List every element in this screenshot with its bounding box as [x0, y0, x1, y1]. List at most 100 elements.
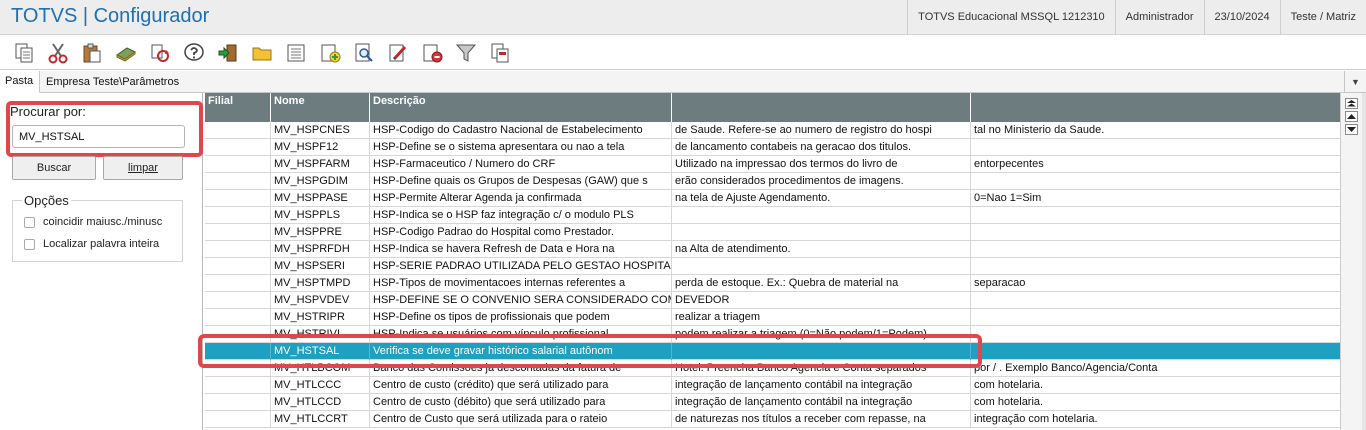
money-icon	[116, 46, 136, 62]
table-row[interactable]: MV_HSPCNES HSP-Codigo do Cadastro Naciona…	[205, 122, 1340, 139]
whole-word-checkbox[interactable]	[24, 238, 35, 250]
table-row[interactable]: MV_HSPF12 HSP-Define se o sistema apresen…	[205, 139, 1340, 156]
chevron-down-icon	[1347, 127, 1356, 132]
table-row[interactable]: MV_HTLCCC Centro de custo (crédito) que s…	[205, 377, 1340, 394]
cell-desc3	[971, 309, 1340, 326]
match-case-checkbox[interactable]	[24, 216, 35, 228]
search-input[interactable]	[12, 125, 185, 148]
search-button[interactable]: Buscar	[12, 156, 96, 180]
double-chevron-up-icon	[1347, 100, 1356, 107]
table-row[interactable]: MV_HSPSERI HSP-SERIE PADRAO UTILIZADA PEL…	[205, 258, 1340, 275]
cell-filial	[205, 173, 271, 190]
table-row[interactable]: MV_HSPFARM HSP-Farmaceutico / Numero do C…	[205, 156, 1340, 173]
whole-word-option[interactable]: Localizar palavra inteira	[24, 237, 159, 251]
cell-filial	[205, 411, 271, 428]
cell-desc2	[672, 224, 971, 241]
vertical-scrollbar[interactable]	[1340, 93, 1362, 430]
delete-button[interactable]	[418, 39, 446, 67]
view-button[interactable]	[350, 39, 378, 67]
column-header-filial[interactable]: Filial	[205, 93, 271, 122]
add-button[interactable]	[316, 39, 344, 67]
scroll-top-button[interactable]	[1345, 98, 1358, 109]
cell-desc3: separacao	[974, 277, 1026, 289]
print-button[interactable]	[486, 39, 514, 67]
table-row[interactable]: MV_HSPRFDH HSP-Indica se havera Refresh d…	[205, 241, 1340, 258]
cell-descricao: HSP-Define os tipos de profissionais que…	[370, 309, 672, 326]
tab-dropdown-button[interactable]: ▼	[1344, 71, 1366, 93]
cell-desc3	[971, 326, 1340, 343]
table-row[interactable]: MV_HTLCCRT Centro de Custo que será utili…	[205, 411, 1340, 428]
cell-descricao: HSP-Indica se havera Refresh de Data e H…	[370, 241, 672, 258]
cell-desc2: Utilizado na impressao dos termos do liv…	[672, 156, 971, 173]
table-row[interactable]: MV_HSPGDIM HSP-Define quais os Grupos de …	[205, 173, 1340, 190]
toolbar	[0, 36, 1366, 70]
table-row[interactable]: MV_HTLCCD Centro de custo (débito) que se…	[205, 394, 1340, 411]
cell-nome: MV_HTLCCD	[271, 394, 370, 411]
table-row[interactable]: MV_HSPVDEV HSP-DEFINE SE O CONVENIO SERA …	[205, 292, 1340, 309]
column-header-nome[interactable]: Nome	[271, 93, 370, 122]
clear-button[interactable]: limpar	[103, 156, 183, 180]
table-row[interactable]: MV_HSPTMPD HSP-Tipos de movimentacoes int…	[205, 275, 1340, 292]
cell-filial	[205, 377, 271, 394]
cell-desc3	[971, 241, 1340, 258]
cell-desc2: de Saude. Refere-se ao numero de registr…	[672, 122, 971, 139]
refresh-button[interactable]	[146, 39, 174, 67]
help-button[interactable]	[180, 39, 208, 67]
table-row[interactable]: MV_HSPPRE HSP-Codigo Padrao do Hospital c…	[205, 224, 1340, 241]
cell-desc3: entorpecentes	[974, 158, 1044, 170]
cell-desc3	[971, 224, 1340, 241]
delete-icon	[423, 44, 443, 62]
cell-desc3	[971, 292, 1340, 309]
cell-nome: MV_HTLCCRT	[271, 411, 370, 428]
cell-desc2: erão considerados procedimentos de image…	[672, 173, 971, 190]
cell-desc2: integração de lançamento contábil na int…	[672, 394, 971, 411]
status-bar: TOTVS Educacional MSSQL 1212310 Administ…	[907, 0, 1366, 35]
cell-desc3: com hotelaria.	[974, 379, 1044, 391]
column-header-desc3[interactable]	[971, 93, 1340, 122]
exit-button[interactable]	[214, 39, 242, 67]
copy-button[interactable]	[10, 39, 38, 67]
match-case-label: coincidir maiusc./minusc	[43, 216, 163, 228]
cell-filial	[205, 122, 271, 139]
cell-nome: MV_HSTRIPR	[271, 309, 370, 326]
edit-button[interactable]	[384, 39, 412, 67]
status-user: Administrador	[1114, 0, 1204, 35]
options-title: Opções	[22, 193, 71, 208]
cell-nome: MV_HSPPASE	[271, 190, 370, 207]
scroll-up-button[interactable]	[1345, 111, 1358, 122]
cell-descricao: HSP-Permite Alterar Agenda ja confirmada	[370, 190, 672, 207]
cell-filial	[205, 394, 271, 411]
cell-desc2: realizar a triagem	[672, 309, 971, 326]
clear-button-label: limpar	[128, 162, 158, 174]
grid-header: Filial Nome Descrição	[205, 93, 1340, 122]
status-environment: TOTVS Educacional MSSQL 1212310	[907, 0, 1115, 35]
column-header-desc2[interactable]	[672, 93, 971, 122]
scroll-down-button[interactable]	[1345, 124, 1358, 135]
tab-pasta[interactable]: Pasta	[0, 71, 40, 93]
cell-desc2: de naturezas nos títulos a receber com r…	[672, 411, 971, 428]
match-case-option[interactable]: coincidir maiusc./minusc	[24, 215, 162, 229]
money-button[interactable]	[112, 39, 140, 67]
cell-descricao: Centro de custo (débito) que será utiliz…	[370, 394, 672, 411]
chevron-down-icon: ▼	[1351, 77, 1360, 87]
cut-button[interactable]	[44, 39, 72, 67]
table-row[interactable]: MV_HSTRIPR HSP-Define os tipos de profiss…	[205, 309, 1340, 326]
filter-button[interactable]	[452, 39, 480, 67]
cell-desc2	[672, 258, 971, 275]
paste-button[interactable]	[78, 39, 106, 67]
search-doc-icon	[355, 43, 373, 62]
table-row[interactable]: MV_HSPPASE HSP-Permite Alterar Agenda ja …	[205, 190, 1340, 207]
cell-desc2: integração de lançamento contábil na int…	[672, 377, 971, 394]
table-row[interactable]: MV_HSPPLS HSP-Indica se o HSP faz integra…	[205, 207, 1340, 224]
window-scrollbar[interactable]	[1362, 93, 1366, 430]
paste-icon	[83, 43, 101, 62]
folder-button[interactable]	[248, 39, 276, 67]
list-button[interactable]	[282, 39, 310, 67]
cell-descricao: HSP-Define se o sistema apresentara ou n…	[370, 139, 672, 156]
column-header-descricao[interactable]: Descrição	[370, 93, 672, 122]
title-bar: TOTVS | Configurador TOTVS Educacional M…	[0, 0, 1366, 35]
cell-desc3: com hotelaria.	[974, 396, 1044, 408]
folder-tab-bar: Pasta Empresa Teste\Parâmetros ▼	[0, 71, 1366, 93]
cell-filial	[205, 224, 271, 241]
cell-nome: MV_HSPRFDH	[271, 241, 370, 258]
